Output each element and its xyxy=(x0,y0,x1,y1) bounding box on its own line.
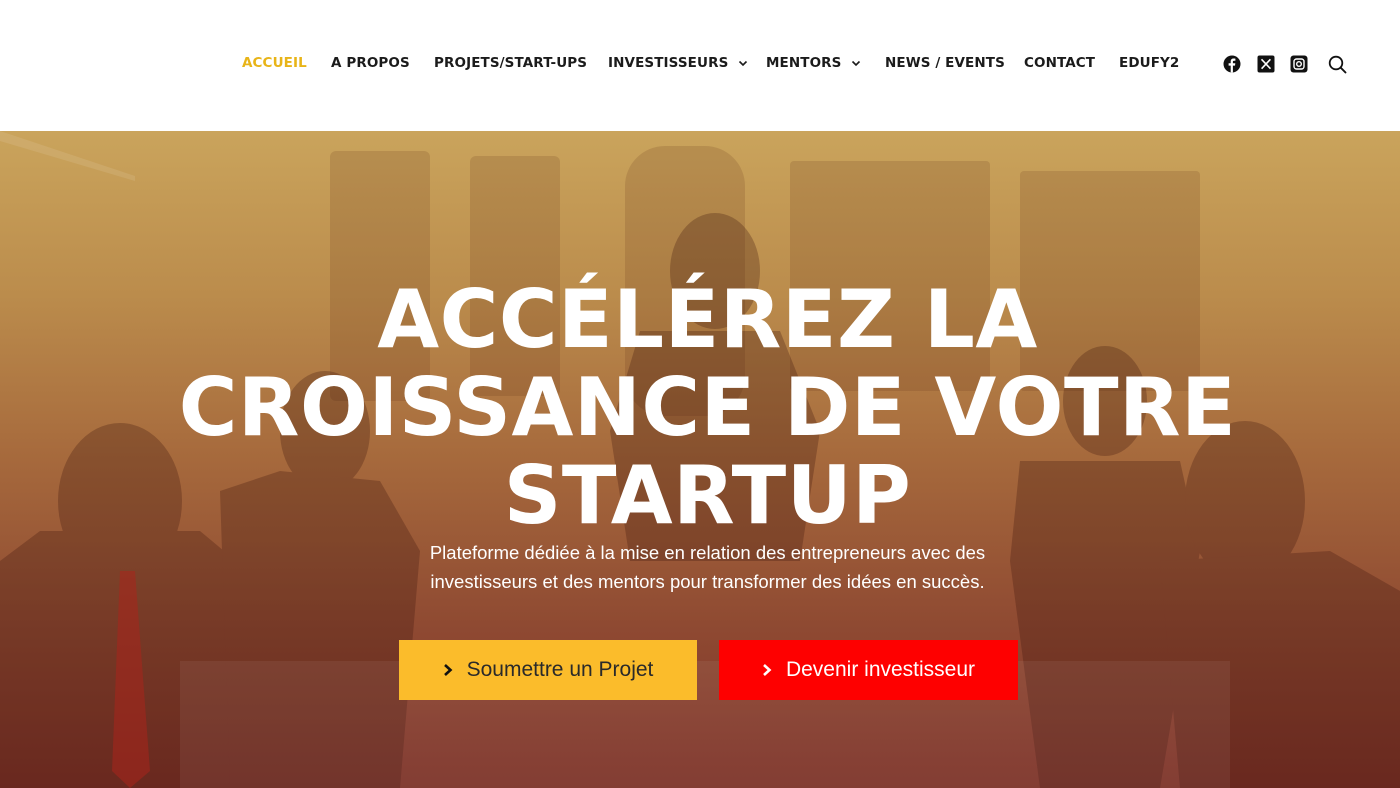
site-header: ACCUEIL A PROPOS PROJETS/START-UPS INVES… xyxy=(0,0,1400,131)
nav-item-projets[interactable]: PROJETS/START-UPS xyxy=(434,53,587,73)
chevron-right-icon xyxy=(763,664,772,676)
search-icon[interactable] xyxy=(1327,54,1347,74)
nav-item-a-propos[interactable]: A PROPOS xyxy=(331,53,410,73)
hero-subtitle-line: Plateforme dédiée à la mise en relation … xyxy=(429,542,986,563)
nav-item-accueil[interactable]: ACCUEIL xyxy=(242,53,307,73)
become-investor-label: Devenir investisseur xyxy=(785,658,976,681)
hero-subtitle-line: investisseurs et des mentors pour transf… xyxy=(430,571,985,592)
hero-title: ACCÉLÉREZ LA CROISSANCE DE VOTRE STARTUP xyxy=(100,276,1315,540)
hero-title-line: STARTUP xyxy=(503,449,912,542)
chevron-down-icon xyxy=(739,60,748,67)
hero-title-line: ACCÉLÉREZ LA xyxy=(377,273,1038,366)
main-nav: ACCUEIL A PROPOS PROJETS/START-UPS INVES… xyxy=(0,53,1400,75)
nav-item-investisseurs[interactable]: INVESTISSEURS xyxy=(608,53,748,73)
nav-item-investisseurs-label: INVESTISSEURS xyxy=(608,55,729,71)
hero-title-line: CROISSANCE DE VOTRE xyxy=(178,361,1237,454)
nav-item-mentors-label: MENTORS xyxy=(766,55,842,71)
hero-subtitle: Plateforme dédiée à la mise en relation … xyxy=(350,538,1065,596)
x-twitter-icon[interactable] xyxy=(1256,54,1276,74)
submit-project-button[interactable]: Soumettre un Projet xyxy=(399,640,697,700)
nav-item-mentors[interactable]: MENTORS xyxy=(766,53,861,73)
facebook-icon[interactable] xyxy=(1222,54,1242,74)
nav-item-contact[interactable]: CONTACT xyxy=(1024,53,1095,73)
submit-project-label: Soumettre un Projet xyxy=(466,658,654,681)
instagram-icon[interactable] xyxy=(1289,54,1309,74)
nav-item-news-events[interactable]: NEWS / EVENTS xyxy=(885,53,1005,73)
become-investor-button[interactable]: Devenir investisseur xyxy=(719,640,1018,700)
hero-section: ACCÉLÉREZ LA CROISSANCE DE VOTRE STARTUP… xyxy=(0,131,1400,788)
chevron-down-icon xyxy=(852,60,861,67)
chevron-right-icon xyxy=(443,664,453,676)
nav-item-edufy2[interactable]: EDUFY2 xyxy=(1119,53,1179,73)
